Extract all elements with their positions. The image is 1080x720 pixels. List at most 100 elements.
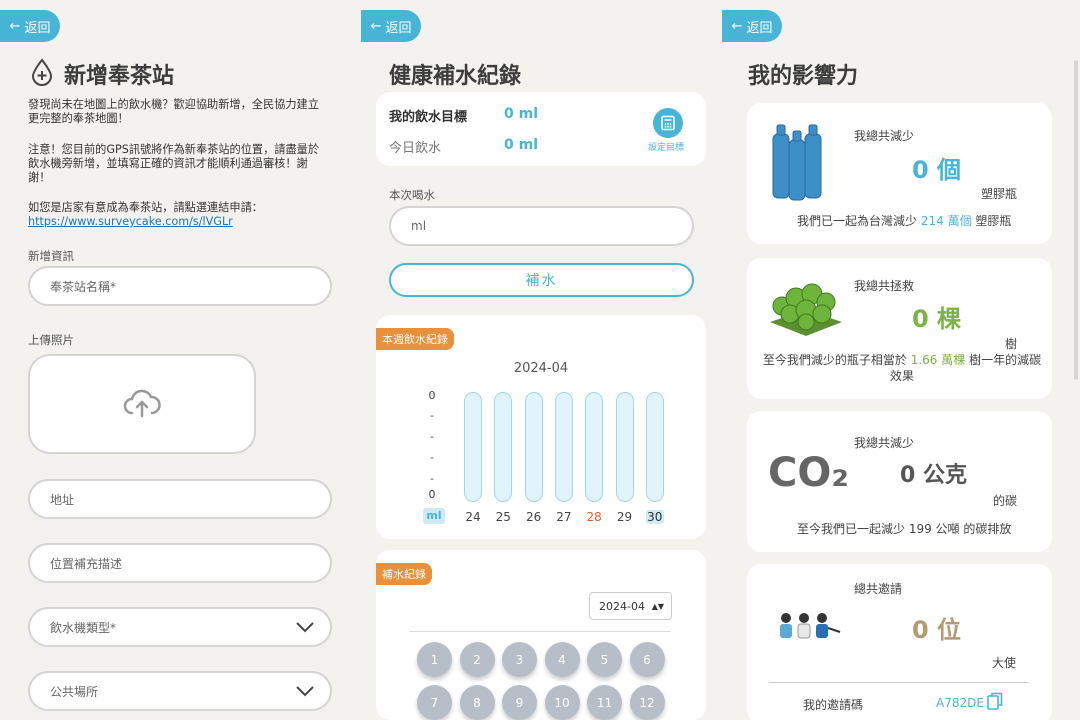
today-value: 0 ml (504, 137, 539, 153)
invite-code: A782DE (936, 696, 984, 710)
chart-bar (524, 392, 543, 502)
chart-bar (554, 392, 573, 502)
month-button-11[interactable]: 11 (587, 685, 622, 720)
photo-upload[interactable] (28, 354, 256, 454)
notice-text: 注意！您目前的GPS訊號將作為新奉茶站的位置，請盡量於飲水機旁新增，並填寫正確的… (28, 143, 320, 184)
back-button[interactable]: ← 返回 (722, 10, 782, 42)
photo-label: 上傳照片 (28, 333, 74, 347)
page-title: 我的影響力 (748, 64, 859, 89)
calculator-icon (661, 115, 675, 131)
month-button-6[interactable]: 6 (629, 642, 665, 677)
back-button[interactable]: ← 返回 (361, 10, 421, 42)
x-tick-label: 28 (586, 510, 602, 524)
y-tick-label: 0 (428, 488, 436, 501)
chart-bar (464, 392, 482, 502)
co2-label: 我總共減少 (854, 436, 915, 450)
month-button-5[interactable]: 5 (587, 642, 622, 677)
x-tick-label: 26 (525, 510, 542, 524)
location-desc-input[interactable]: 位置補充描述 (28, 543, 332, 583)
month-button-1[interactable]: 1 (417, 642, 452, 677)
arrow-left-icon: ← (731, 18, 743, 34)
intro-text: 發現尚未在地圖上的飲水機？歡迎協助新增，全民協力建立更完整的奉茶地圖！ (28, 98, 319, 125)
station-name-input[interactable]: 奉茶站名稱* (28, 266, 332, 306)
month-button-7[interactable]: 7 (417, 685, 452, 720)
chart-title: 2024-04 (513, 361, 569, 376)
plastic-bottles-icon (772, 124, 822, 201)
store-link[interactable]: https://www.surveycake.com/s/lVGLr (28, 215, 330, 229)
month-button-12[interactable]: 12 (629, 685, 665, 720)
back-button[interactable]: ← 返回 (0, 10, 60, 42)
forest-icon (770, 283, 842, 336)
drink-amount-input[interactable]: ml (389, 206, 694, 246)
x-tick-label: 27 (556, 510, 572, 524)
chart-bar (494, 392, 513, 502)
invite-value: 0 位 (912, 616, 962, 644)
weekly-badge: 本週飲水紀錄 (376, 328, 454, 350)
month-select[interactable]: 2024-04 ▲▼ (589, 592, 672, 620)
copy-icon[interactable] (987, 692, 1003, 710)
invite-unit: 大使 (992, 656, 1017, 670)
hydration-panel: ← 返回 健康補水紀錄 我的飲水目標 0 ml 今日飲水 0 ml 設定目標 本… (361, 0, 719, 720)
people-icon (780, 613, 841, 639)
arrow-left-icon: ← (9, 18, 21, 34)
page-title: 新增奉茶站 (64, 64, 175, 89)
co2-value: 0 公克 (900, 463, 967, 488)
refill-button[interactable]: 補水 (389, 263, 694, 297)
set-goal-button[interactable] (653, 108, 683, 138)
page-title: 健康補水紀錄 (389, 64, 522, 89)
month-select-value: 2024-04 (599, 599, 645, 613)
bottles-desc: 我們已一起為台灣減少 214 萬個 塑膠瓶 (797, 214, 1012, 228)
trees-unit: 樹 (1005, 337, 1018, 351)
co2-icon: CO₂ (768, 450, 849, 496)
place-type-select[interactable]: 公共場所 (28, 671, 332, 711)
chevron-down-icon (296, 622, 314, 633)
invite-label: 總共邀請 (854, 582, 903, 596)
bottles-value: 0 個 (912, 156, 962, 184)
impact-panel: ← 返回 我的影響力 我總共減少 0 個 塑膠瓶 我們已一起為台灣減少 214 … (722, 0, 1080, 720)
divider (409, 631, 671, 632)
y-axis-label: ml (423, 508, 445, 524)
section-label: 新增資訊 (28, 249, 74, 263)
month-button-9[interactable]: 9 (502, 685, 537, 720)
x-tick-label: 29 (616, 510, 633, 524)
bottles-unit: 塑膠瓶 (981, 187, 1018, 201)
chart-bar (615, 392, 634, 502)
log-badge: 補水紀錄 (376, 563, 432, 585)
trees-label: 我總共拯救 (854, 279, 915, 293)
water-drop-plus-icon (31, 58, 53, 86)
y-tick-label: - (430, 451, 434, 464)
y-tick-label: 0 (428, 389, 436, 402)
y-tick-label: - (430, 430, 434, 443)
chart-bar (645, 392, 664, 502)
add-station-panel: ← 返回 新增奉茶站 發現尚未在地圖上的飲水機？歡迎協助新增，全民協力建立更完整… (0, 0, 358, 720)
co2-unit: 的碳 (993, 494, 1018, 508)
chevron-down-icon (296, 686, 314, 697)
scrollbar[interactable] (1074, 60, 1078, 380)
trees-desc: 至今我們減少的瓶子相當於 1.66 萬棵 樹一年的減碳效果 (762, 353, 1042, 383)
set-goal-label: 設定目標 (648, 143, 685, 153)
y-tick-label: - (430, 472, 434, 485)
goal-label: 我的飲水目標 (389, 110, 468, 125)
sort-icon: ▲▼ (651, 601, 664, 611)
today-label: 今日飲水 (389, 141, 442, 156)
divider (769, 682, 1029, 683)
machine-type-select[interactable]: 飲水機類型* (28, 607, 332, 647)
month-button-3[interactable]: 3 (502, 642, 537, 677)
machine-type-value: 飲水機類型* (50, 620, 117, 635)
place-type-value: 公共場所 (50, 684, 99, 699)
x-tick-label: 24 (465, 510, 481, 524)
bottles-label: 我總共減少 (854, 129, 915, 143)
y-tick-label: - (430, 409, 434, 422)
trees-value: 0 棵 (912, 305, 962, 333)
cloud-upload-icon (123, 389, 161, 418)
invite-code-label: 我的邀請碼 (803, 698, 864, 712)
month-button-2[interactable]: 2 (459, 642, 495, 677)
month-button-10[interactable]: 10 (544, 685, 580, 720)
chart-bar (585, 392, 604, 502)
month-button-8[interactable]: 8 (459, 685, 495, 720)
goal-value: 0 ml (504, 106, 539, 122)
month-button-4[interactable]: 4 (544, 642, 580, 677)
address-input[interactable]: 地址 (28, 479, 332, 519)
x-tick-label: 30 (645, 510, 664, 524)
co2-desc: 至今我們已一起減少 199 公噸 的碳排放 (797, 522, 1012, 536)
